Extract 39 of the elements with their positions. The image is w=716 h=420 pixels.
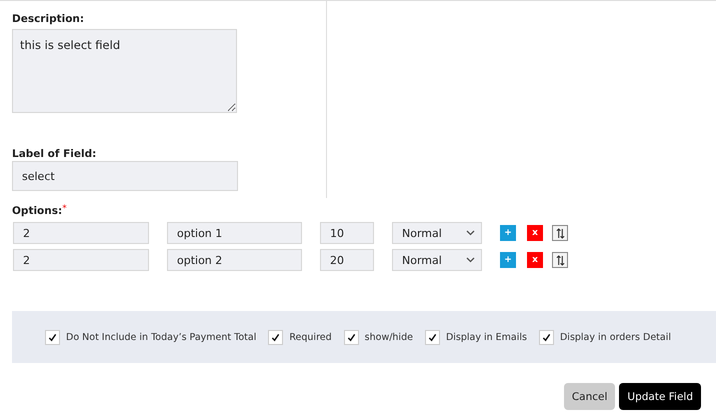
checkmark-icon [271,332,280,342]
checkmark-icon [428,332,437,342]
remove-button[interactable]: x [527,252,543,268]
checkbox-label: Display in orders Detail [560,332,671,342]
sort-button[interactable] [552,225,568,241]
checkbox-label: Do Not Include in Today’s Payment Total [66,332,256,342]
checkbox[interactable] [344,330,359,344]
checkbox[interactable] [538,330,554,344]
up-down-arrows-icon [556,228,564,238]
input-field[interactable]: 20 [320,249,374,271]
checkmark-icon [346,332,356,342]
remove-button[interactable]: x [527,225,543,241]
required-mark: * [62,204,67,214]
sort-button[interactable] [552,252,568,268]
input-field[interactable]: 2 [13,249,149,271]
input-field[interactable]: option 1 [167,222,302,244]
checkbox[interactable] [424,330,440,344]
checkbox-label: Display in Emails [446,332,527,342]
up-down-arrows-icon [556,254,564,266]
field-label: Description: [12,13,84,25]
input-field[interactable]: 2 [13,222,149,244]
update-button[interactable]: Update Field [619,383,701,410]
type-dropdown[interactable]: Normal [392,249,482,271]
input-field[interactable]: 10 [320,222,374,244]
input-field[interactable]: select [12,161,238,191]
chevron-down-icon [466,257,475,263]
checkmark-icon [542,332,551,342]
chevron-down-icon [466,230,475,236]
input-field[interactable]: option 2 [167,249,302,271]
field-label: Label of Field: [12,148,96,160]
checkmark-icon [48,332,57,342]
cancel-button[interactable]: Cancel [564,383,616,410]
checkbox-label: Required [289,332,332,342]
field-label: Options: [12,205,62,217]
checkbox[interactable] [268,330,284,344]
checkbox[interactable] [45,330,60,344]
description-field[interactable]: this is select field [12,29,237,113]
checkbox-label: show/hide [364,332,413,342]
type-dropdown[interactable]: Normal [392,222,482,244]
